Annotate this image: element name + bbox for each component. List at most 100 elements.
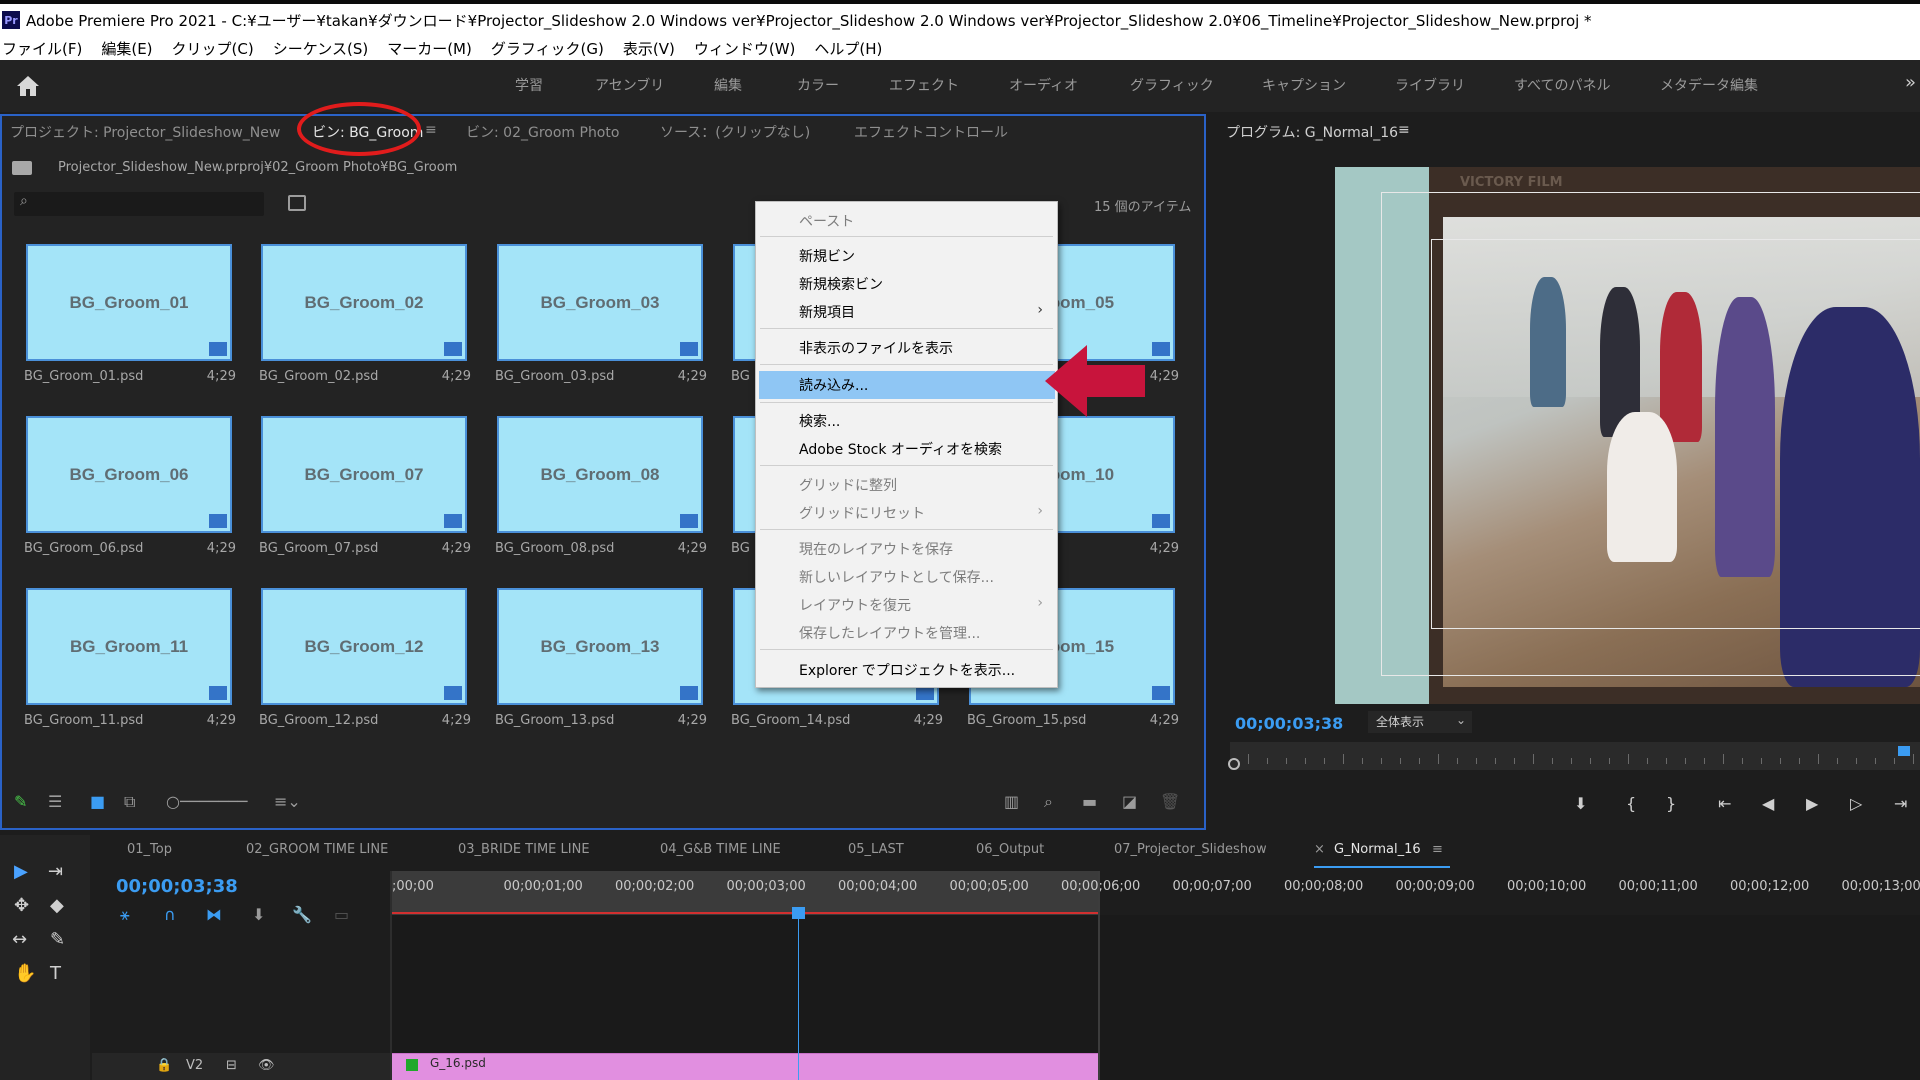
seq-tab-output[interactable]: 06_Output bbox=[976, 842, 1044, 857]
find-icon[interactable]: ⌕ bbox=[1044, 792, 1053, 812]
workspace-captions[interactable]: キャプション bbox=[1262, 75, 1346, 95]
program-timecode[interactable]: 00;00;03;38 bbox=[1235, 714, 1343, 733]
menu-item-new-item[interactable]: 新規項目 bbox=[799, 302, 855, 322]
menu-edit[interactable]: 編集(E) bbox=[101, 38, 152, 59]
menu-item-new-bin[interactable]: 新規ビン bbox=[799, 246, 855, 266]
menu-clip[interactable]: クリップ(C) bbox=[172, 38, 254, 59]
thumbnail-image[interactable]: BG_Groom_06 bbox=[26, 416, 232, 533]
workspace-overflow-icon[interactable]: » bbox=[1905, 72, 1916, 93]
seq-tab-gb[interactable]: 04_G&B TIME LINE bbox=[660, 842, 781, 857]
in-point-handle[interactable] bbox=[1228, 758, 1240, 770]
seq-tab-top[interactable]: 01_Top bbox=[127, 842, 172, 857]
mark-in-button[interactable]: { bbox=[1626, 794, 1636, 813]
tab-effect-controls[interactable]: エフェクトコントロール bbox=[854, 122, 1008, 142]
menu-file[interactable]: ファイル(F) bbox=[2, 38, 82, 59]
thumbnail-image[interactable]: BG_Groom_02 bbox=[261, 244, 467, 361]
home-icon[interactable] bbox=[16, 75, 40, 97]
tab-project[interactable]: プロジェクト: Projector_Slideshow_New bbox=[10, 122, 280, 142]
zoom-slider[interactable]: ○─────── bbox=[166, 792, 247, 811]
step-forward-button[interactable]: ▷ bbox=[1850, 794, 1862, 813]
hand-tool-icon[interactable]: ✋ bbox=[14, 963, 36, 984]
workspace-audio[interactable]: オーディオ bbox=[1009, 75, 1078, 95]
menu-help[interactable]: ヘルプ(H) bbox=[814, 38, 882, 59]
menu-item-save-layout[interactable]: 現在のレイアウトを保存 bbox=[799, 539, 953, 559]
workspace-graphics[interactable]: グラフィック bbox=[1130, 75, 1214, 95]
tab-bin-groom-photo[interactable]: ビン: 02_Groom Photo bbox=[466, 122, 619, 142]
menu-item-show-hidden[interactable]: 非表示のファイルを表示 bbox=[799, 338, 953, 358]
play-button[interactable]: ▶ bbox=[1806, 794, 1818, 813]
sort-icon[interactable]: ≡⌄ bbox=[274, 792, 301, 811]
menu-graphics[interactable]: グラフィック(G) bbox=[491, 38, 604, 59]
seq-tab-projector[interactable]: 07_Projector_Slideshow bbox=[1114, 842, 1267, 857]
type-tool-icon[interactable]: T bbox=[50, 963, 61, 984]
menu-sequence[interactable]: シーケンス(S) bbox=[273, 38, 368, 59]
eye-icon[interactable]: 👁 bbox=[258, 1058, 275, 1073]
automate-sequence-icon[interactable]: ▥ bbox=[1004, 792, 1019, 811]
thumbnail-image[interactable]: BG_Groom_11 bbox=[26, 588, 232, 705]
new-item-icon[interactable]: ◪ bbox=[1122, 792, 1137, 811]
folder-icon[interactable] bbox=[12, 160, 32, 175]
selection-tool-icon[interactable]: ▶ bbox=[14, 861, 28, 882]
seq-tab-last[interactable]: 05_LAST bbox=[848, 842, 904, 857]
program-menu-icon[interactable]: ≡ bbox=[1398, 122, 1410, 138]
menu-item-reveal-in-explorer[interactable]: Explorer でプロジェクトを表示... bbox=[799, 660, 1015, 680]
go-to-in-button[interactable]: ⇤ bbox=[1718, 794, 1731, 813]
menu-item-align-to-grid[interactable]: グリッドに整列 bbox=[799, 475, 897, 495]
new-search-bin-icon[interactable] bbox=[288, 195, 306, 211]
seq-tab-groom[interactable]: 02_GROOM TIME LINE bbox=[246, 842, 388, 857]
nest-icon[interactable]: ⚹ bbox=[120, 905, 130, 925]
track-select-tool-icon[interactable]: ⇥ bbox=[48, 861, 63, 882]
thumbnail-image[interactable]: BG_Groom_13 bbox=[497, 588, 703, 705]
add-marker-icon[interactable]: ⬇ bbox=[252, 905, 265, 924]
workspace-learning[interactable]: 学習 bbox=[515, 75, 543, 95]
mark-out-button[interactable]: } bbox=[1666, 794, 1676, 813]
step-back-button[interactable]: ◀ bbox=[1762, 794, 1774, 813]
menu-item-reset-to-grid[interactable]: グリッドにリセット bbox=[799, 503, 925, 523]
timeline-clip[interactable]: G_16.psd bbox=[392, 1053, 1098, 1080]
timeline-ruler[interactable]: ;00;00 00;00;01;00 00;00;02;00 00;00;03;00 0… bbox=[392, 871, 1920, 915]
workspace-editing[interactable]: 編集 bbox=[714, 75, 742, 95]
seq-menu-icon[interactable]: ≡ bbox=[1432, 842, 1443, 857]
thumbnail-image[interactable]: BG_Groom_07 bbox=[261, 416, 467, 533]
program-playhead[interactable] bbox=[1898, 746, 1910, 756]
pencil-icon[interactable]: ✎ bbox=[14, 792, 27, 811]
workspace-metadata[interactable]: メタデータ編集 bbox=[1660, 75, 1758, 95]
lock-icon[interactable]: 🔒 bbox=[156, 1058, 172, 1073]
tab-source[interactable]: ソース：(クリップなし) bbox=[660, 122, 810, 142]
menu-item-save-as-new-layout[interactable]: 新しいレイアウトとして保存... bbox=[799, 567, 994, 587]
menu-window[interactable]: ウィンドウ(W) bbox=[694, 38, 796, 59]
wrench-icon[interactable]: 🔧 bbox=[292, 905, 312, 924]
workspace-libraries[interactable]: ライブラリ bbox=[1395, 75, 1465, 95]
menu-item-find[interactable]: 検索... bbox=[799, 411, 840, 431]
menu-item-paste[interactable]: ペースト bbox=[799, 211, 854, 231]
go-to-out-button[interactable]: ⇥ bbox=[1894, 794, 1907, 813]
ripple-edit-tool-icon[interactable]: ✥ bbox=[14, 895, 29, 916]
menu-item-restore-layout[interactable]: レイアウトを復元 bbox=[799, 595, 911, 615]
menu-marker[interactable]: マーカー(M) bbox=[387, 38, 472, 59]
captions-icon[interactable]: ▭ bbox=[334, 905, 349, 924]
seq-tab-bride[interactable]: 03_BRIDE TIME LINE bbox=[458, 842, 590, 857]
snap-icon[interactable]: ∩ bbox=[164, 905, 176, 924]
timeline-timecode[interactable]: 00;00;03;38 bbox=[116, 876, 238, 897]
thumbnail-image[interactable]: BG_Groom_12 bbox=[261, 588, 467, 705]
thumbnail-image[interactable]: BG_Groom_03 bbox=[497, 244, 703, 361]
freeform-view-icon[interactable]: ⧉ bbox=[124, 792, 135, 812]
search-input[interactable]: ⌕ bbox=[14, 192, 264, 216]
menu-item-import[interactable]: 読み込み... bbox=[799, 375, 868, 395]
pen-tool-icon[interactable]: ✎ bbox=[50, 929, 65, 950]
thumbnail-image[interactable]: BG_Groom_01 bbox=[26, 244, 232, 361]
workspace-effects[interactable]: エフェクト bbox=[889, 75, 959, 95]
program-time-ruler[interactable] bbox=[1228, 742, 1920, 770]
icon-view-icon[interactable]: ■ bbox=[90, 792, 105, 811]
menu-item-manage-layouts[interactable]: 保存したレイアウトを管理... bbox=[799, 623, 980, 643]
track-name[interactable]: V2 bbox=[186, 1058, 203, 1073]
workspace-all-panels[interactable]: すべてのパネル bbox=[1514, 75, 1610, 95]
menu-item-adobe-stock-audio[interactable]: Adobe Stock オーディオを検索 bbox=[799, 439, 1002, 459]
new-bin-icon[interactable]: ▬ bbox=[1082, 792, 1097, 811]
menu-item-new-search-bin[interactable]: 新規検索ビン bbox=[799, 274, 883, 294]
seq-tab-g-normal-16[interactable]: G_Normal_16 bbox=[1334, 842, 1421, 857]
add-marker-button[interactable]: ⬇ bbox=[1574, 794, 1587, 813]
list-view-icon[interactable]: ☰ bbox=[48, 792, 62, 811]
razor-tool-icon[interactable]: ◆ bbox=[50, 895, 64, 916]
linked-selection-icon[interactable]: ⧓ bbox=[206, 905, 222, 924]
